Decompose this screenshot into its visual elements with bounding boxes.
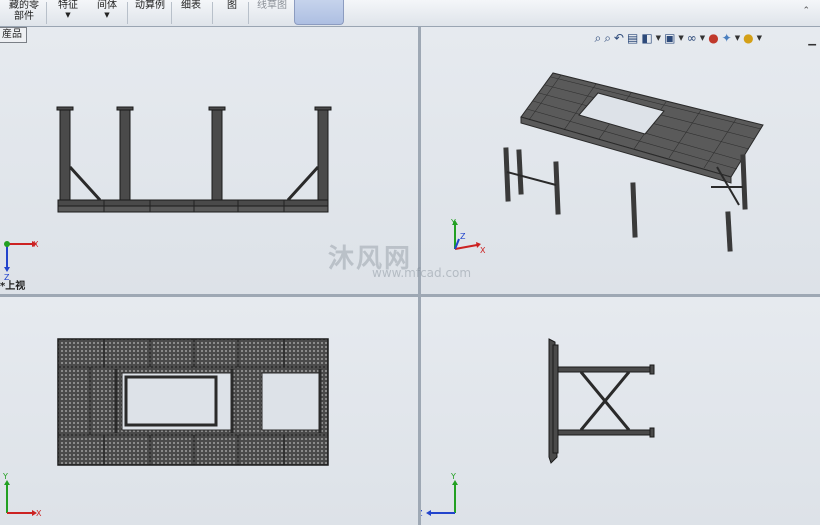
hidden-components-label-2: 部件 [14, 11, 34, 22]
bom-button[interactable]: 细表 [176, 0, 206, 25]
coordinate-triad: X Z [4, 240, 39, 282]
axis-x-label: X [36, 509, 42, 518]
viewport-splitter-horizontal[interactable] [0, 294, 820, 297]
axis-z-label: Z [460, 232, 466, 241]
axis-y-label: Y [450, 218, 456, 227]
watermark-url: www.mfcad.com [372, 266, 472, 280]
features-label: 特征 [58, 0, 78, 11]
side-view-drawing [548, 338, 655, 464]
features-dropdown-arrow-icon[interactable]: ▼ [65, 11, 70, 19]
collapse-ribbon-icon[interactable]: ⌃ [802, 6, 810, 16]
axis-y-label: Y [450, 472, 456, 481]
toolbar-divider [127, 2, 128, 24]
drawing-label: 图 [227, 0, 237, 11]
coordinate-triad: Y Z [421, 472, 458, 518]
toolbar-divider [248, 2, 249, 24]
hidden-components-label-1: 藏的零 [9, 0, 39, 11]
coordinate-triad: Y X Z [450, 218, 486, 255]
motion-study-button[interactable]: 动算例 [132, 0, 168, 25]
toolbar-divider [171, 2, 172, 24]
toolbar-divider [212, 2, 213, 24]
intermediate-body-dropdown-arrow-icon[interactable]: ▼ [104, 11, 109, 19]
drawing-button[interactable]: 图 [222, 0, 242, 25]
bom-label: 细表 [181, 0, 201, 11]
viewport-isometric[interactable]: ⌕ ⌕ ↶ ▤ ◧ ▼ ▣ ▼ ∞ ▼ ● ✦ ▼ ● ▼ ▁ Y X Z [421, 27, 820, 294]
viewport-side-view[interactable]: Y Z [421, 297, 820, 525]
intermediate-body-button[interactable]: 间体 ▼ [90, 0, 124, 25]
axis-x-label: X [33, 240, 39, 249]
command-manager-toolbar: 藏的零 部件 特征 ▼ 间体 ▼ 动算例 细表 图 线草图 ⌃ [0, 0, 820, 27]
toolbar-divider [46, 2, 47, 24]
axis-z-label: Z [421, 509, 423, 518]
coordinate-triad: Y X [2, 472, 42, 518]
axis-x-label: X [480, 246, 486, 255]
viewport-plan-view[interactable]: Y X [0, 297, 418, 525]
features-button[interactable]: 特征 ▼ [52, 0, 84, 25]
motion-study-label: 动算例 [135, 0, 165, 11]
active-toolbar-tab[interactable] [294, 0, 344, 25]
sketch-label: 线草图 [257, 0, 287, 11]
intermediate-body-label: 间体 [97, 0, 117, 11]
view-name-label: *上视 [0, 281, 26, 292]
axis-y-label: Y [2, 472, 8, 481]
hidden-components-button[interactable]: 藏的零 部件 [4, 0, 44, 25]
plan-view-drawing [57, 338, 329, 466]
sketch-button[interactable]: 线草图 [254, 0, 290, 25]
